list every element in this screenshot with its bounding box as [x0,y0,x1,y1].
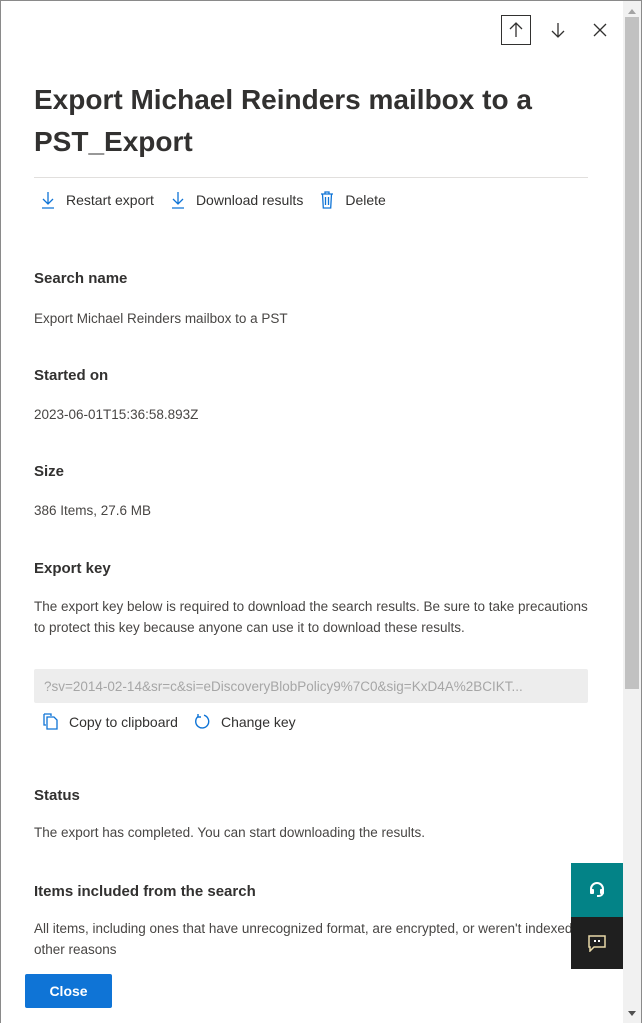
help-button[interactable] [571,863,623,917]
command-bar: Restart export Download results Delete [40,191,386,209]
close-panel-button[interactable] [585,15,615,45]
export-key-field[interactable]: ?sv=2014-02-14&sr=c&si=eDiscoveryBlobPol… [34,669,588,703]
caret-up-icon [628,8,636,14]
copy-icon [43,713,58,730]
copy-to-clipboard-button[interactable]: Copy to clipboard [42,713,178,730]
restart-export-button[interactable]: Restart export [40,191,154,209]
search-name-value: Export Michael Reinders mailbox to a PST [34,311,288,326]
vertical-scrollbar[interactable] [623,1,641,1023]
trash-icon [321,191,334,209]
search-name-label: Search name [34,270,128,287]
change-key-button[interactable]: Change key [194,713,296,730]
close-icon [593,23,607,37]
status-value: The export has completed. You can start … [34,825,425,840]
panel-navigation [501,15,615,45]
items-included-value: All items, including ones that have unre… [34,921,592,957]
headset-icon [590,882,604,897]
download-icon [171,192,184,209]
copy-to-clipboard-label: Copy to clipboard [69,713,178,730]
started-on-value: 2023-06-01T15:36:58.893Z [34,407,199,422]
refresh-icon [194,714,210,729]
size-value: 386 Items, 27.6 MB [34,503,152,518]
page-title: Export Michael Reinders mailbox to a PST… [34,84,532,157]
export-key-value: ?sv=2014-02-14&sr=c&si=eDiscoveryBlobPol… [44,678,523,694]
feedback-icon [588,935,606,952]
download-results-button[interactable]: Download results [170,191,303,209]
export-key-actions: Copy to clipboard Change key [42,713,296,730]
scrollbar-thumb[interactable] [625,17,639,689]
close-button[interactable]: Close [25,974,112,1008]
divider [34,177,588,178]
status-label: Status [34,787,80,804]
scroll-down-arrow[interactable] [623,1007,641,1019]
feedback-button[interactable] [571,917,623,969]
caret-down-icon [628,1010,636,1016]
download-results-label: Download results [195,192,304,208]
next-item-button[interactable] [543,15,573,45]
download-icon [42,192,54,209]
delete-label: Delete [345,192,386,208]
delete-button[interactable]: Delete [319,191,386,209]
export-key-label: Export key [34,560,111,577]
items-included-label: Items included from the search [34,883,256,900]
arrow-up-icon [509,22,523,37]
details-panel: Export Michael Reinders mailbox to a PST… [0,0,642,1023]
started-on-label: Started on [34,367,109,384]
previous-item-button[interactable] [501,15,531,45]
scroll-up-arrow[interactable] [623,5,641,17]
arrow-down-icon [551,23,565,38]
change-key-label: Change key [220,713,296,730]
restart-export-label: Restart export [66,192,154,208]
size-label: Size [34,463,65,480]
export-key-description: The export key below is required to down… [34,599,588,635]
